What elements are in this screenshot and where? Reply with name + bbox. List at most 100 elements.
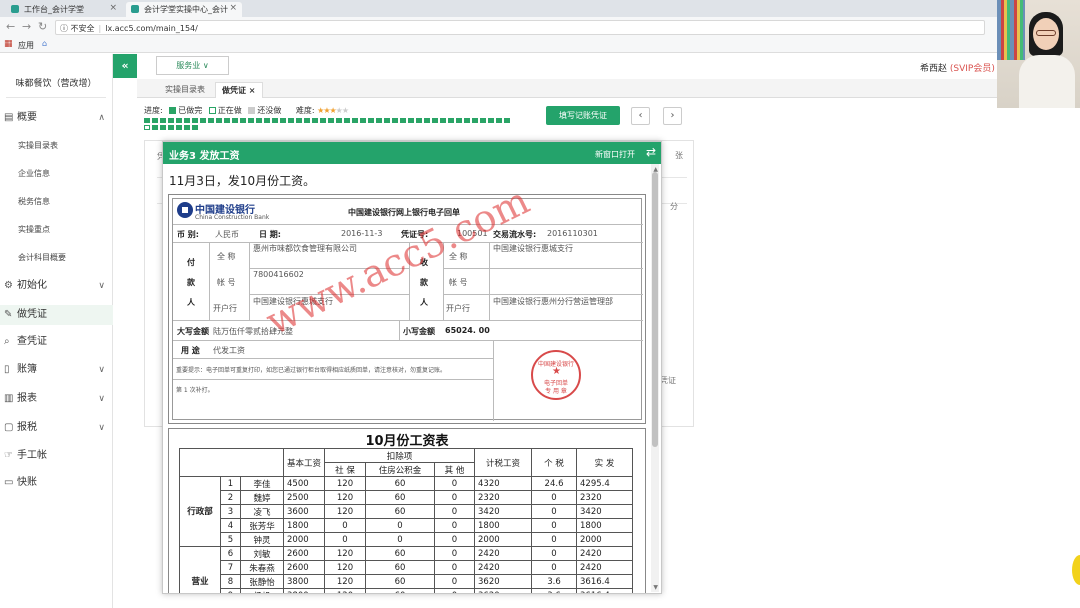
progress-cell[interactable] <box>384 118 390 123</box>
popup-scrollbar[interactable] <box>651 164 659 592</box>
progress-cell[interactable] <box>464 118 470 123</box>
browser-tab-bar: 工作台_会计学堂 × 会计学堂实操中心_会计 × <box>0 0 1080 17</box>
sidebar-sub-keypoints[interactable]: 实操重点 <box>18 224 50 235</box>
user-info[interactable]: 希西赵 (SVIP会员) <box>920 61 995 74</box>
progress-cell[interactable] <box>352 118 358 123</box>
popup-header: 业务3 发放工资 新窗口打开 ⇄ <box>163 142 661 164</box>
chevron-down-icon: ∨ <box>98 423 105 433</box>
progress-cell[interactable] <box>248 118 254 123</box>
sidebar-item-init[interactable]: ⚙ 初始化 ∨ <box>0 276 113 296</box>
browser-tab[interactable]: 工作台_会计学堂 × <box>6 2 122 17</box>
progress-cell[interactable] <box>200 118 206 123</box>
sidebar-sub-accounts[interactable]: 会计科目概要 <box>18 252 66 263</box>
progress-cell[interactable] <box>168 118 174 123</box>
progress-cell[interactable] <box>184 118 190 123</box>
swap-icon[interactable]: ⇄ <box>646 145 656 159</box>
progress-cell[interactable] <box>152 125 158 130</box>
bookmark-icon[interactable]: ⌂ <box>42 39 47 48</box>
tab-catalog[interactable]: 实操目录表 <box>159 82 211 98</box>
progress-cell[interactable] <box>344 118 350 123</box>
sidebar-sub-tax[interactable]: 税务信息 <box>18 196 50 207</box>
progress-cell[interactable] <box>376 118 382 123</box>
sidebar-sub-catalog[interactable]: 实操目录表 <box>18 140 58 151</box>
progress-cell[interactable] <box>184 125 190 130</box>
chevron-down-icon: ∨ <box>98 394 105 404</box>
progress-cell[interactable] <box>448 118 454 123</box>
progress-cell[interactable] <box>160 118 166 123</box>
progress-cell[interactable] <box>480 118 486 123</box>
scroll-up-icon[interactable]: ▲ <box>653 166 658 173</box>
sidebar-item-query-voucher[interactable]: ⌕ 查凭证 <box>0 332 113 352</box>
progress-cell[interactable] <box>400 118 406 123</box>
progress-cell[interactable] <box>176 125 182 130</box>
reload-icon[interactable]: ↻ <box>38 20 47 33</box>
close-tab-icon[interactable]: × <box>229 3 237 13</box>
progress-cell[interactable] <box>192 125 198 130</box>
progress-cell[interactable] <box>312 118 318 123</box>
progress-cell[interactable] <box>304 118 310 123</box>
apps-icon[interactable]: ▦ <box>4 39 13 49</box>
progress-cell[interactable] <box>504 118 510 123</box>
progress-cell[interactable] <box>208 118 214 123</box>
sidebar-item-books[interactable]: ▯ 账簿 ∨ <box>0 360 113 380</box>
service-dropdown[interactable]: 服务业 ∨ <box>156 56 229 75</box>
sidebar-item-reports[interactable]: ▥ 报表 ∨ <box>0 389 113 409</box>
next-button[interactable]: › <box>663 107 682 125</box>
progress-cell[interactable] <box>176 118 182 123</box>
progress-cell[interactable] <box>296 118 302 123</box>
progress-cell[interactable] <box>488 118 494 123</box>
progress-cell[interactable] <box>392 118 398 123</box>
apps-label[interactable]: 应用 <box>18 40 34 51</box>
progress-cell[interactable] <box>456 118 462 123</box>
open-new-window-link[interactable]: 新窗口打开 <box>595 149 635 160</box>
close-icon[interactable]: × <box>249 86 256 95</box>
scroll-down-icon[interactable]: ▼ <box>653 584 658 591</box>
sidebar-item-tax[interactable]: ▢ 报税 ∨ <box>0 418 113 438</box>
browser-tab-active[interactable]: 会计学堂实操中心_会计 × <box>126 2 242 17</box>
progress-cell[interactable] <box>272 118 278 123</box>
back-icon[interactable]: ← <box>6 20 15 33</box>
progress-cell[interactable] <box>416 118 422 123</box>
progress-cell[interactable] <box>424 118 430 123</box>
progress-cell[interactable] <box>432 118 438 123</box>
progress-cell[interactable] <box>336 118 342 123</box>
scroll-thumb[interactable] <box>652 172 658 447</box>
progress-cell[interactable] <box>320 118 326 123</box>
sidebar-sub-company[interactable]: 企业信息 <box>18 168 50 179</box>
url-input[interactable]: ⓘ 不安全 | lx.acc5.com/main_154/ <box>55 20 985 35</box>
sidebar-item-overview[interactable]: ▤ 概要 ∧ <box>0 108 113 128</box>
progress-cell[interactable] <box>360 118 366 123</box>
sidebar-item-quick[interactable]: ▭ 快账 <box>0 473 113 493</box>
progress-cell[interactable] <box>496 118 502 123</box>
progress-cell[interactable] <box>368 118 374 123</box>
progress-cell[interactable] <box>160 125 166 130</box>
close-tab-icon[interactable]: × <box>109 3 117 13</box>
prev-button[interactable]: ‹ <box>631 107 650 125</box>
table-row: 5 钟灵 2000 0 0 0 2000 0 2000 <box>180 532 634 547</box>
progress-cell[interactable] <box>408 118 414 123</box>
progress-cell[interactable] <box>288 118 294 123</box>
forward-icon[interactable]: → <box>22 20 31 33</box>
progress-cell[interactable] <box>328 118 334 123</box>
progress-cell[interactable] <box>144 125 150 130</box>
tab-make-voucher[interactable]: 做凭证 × <box>215 82 263 98</box>
progress-cell[interactable] <box>256 118 262 123</box>
progress-cell[interactable] <box>472 118 478 123</box>
progress-cell[interactable] <box>240 118 246 123</box>
sidebar-item-make-voucher[interactable]: ✎ 做凭证 <box>0 305 113 325</box>
progress-cell[interactable] <box>216 118 222 123</box>
sidebar-item-manual[interactable]: ☞ 手工帐 <box>0 446 113 466</box>
progress-cell[interactable] <box>440 118 446 123</box>
progress-cell[interactable] <box>152 118 158 123</box>
page-tab-bar: 实操目录表 做凭证 × <box>137 79 1080 98</box>
fill-voucher-button[interactable]: 填写记账凭证 <box>546 106 620 125</box>
progress-cell[interactable] <box>168 125 174 130</box>
progress-cell[interactable] <box>144 118 150 123</box>
progress-cell[interactable] <box>224 118 230 123</box>
progress-cell[interactable] <box>232 118 238 123</box>
progress-cell[interactable] <box>280 118 286 123</box>
progress-cell[interactable] <box>192 118 198 123</box>
collapse-sidebar-button[interactable]: « <box>113 54 137 78</box>
table-row: 9杨帆380012060036203.63616.4 <box>180 588 634 593</box>
progress-cell[interactable] <box>264 118 270 123</box>
